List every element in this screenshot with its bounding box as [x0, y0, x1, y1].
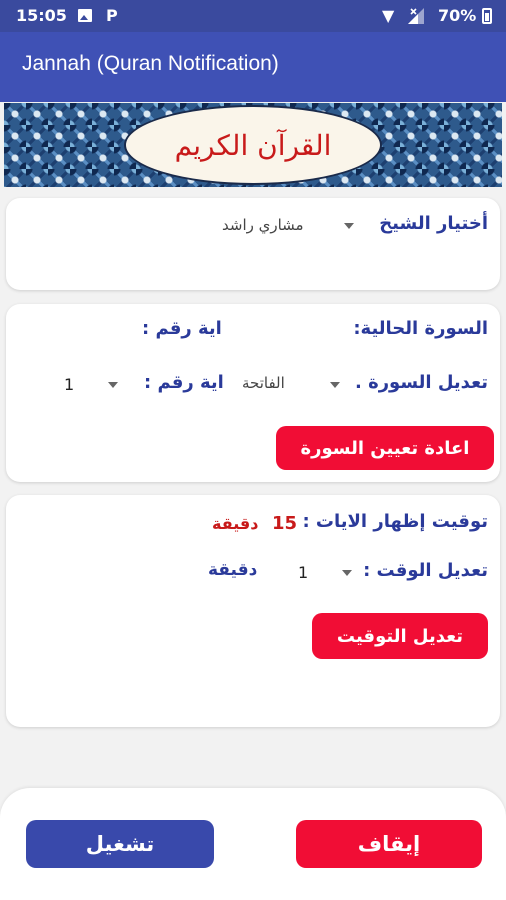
app-title: Jannah (Quran Notification): [22, 52, 279, 75]
status-time: 15:05: [16, 6, 67, 25]
status-bar: 15:05 P ▼ 70%: [0, 0, 506, 32]
surah-card: السورة الحالية: اية رقم : تعديل السورة .…: [6, 304, 500, 482]
p-icon: P: [106, 6, 118, 25]
timing-dropdown-caret-icon[interactable]: [342, 570, 352, 576]
signal-icon: [408, 8, 424, 24]
reciter-dropdown-caret-icon[interactable]: [344, 223, 354, 229]
battery-icon: [482, 8, 492, 24]
stop-button[interactable]: إيقاف: [296, 820, 482, 868]
ayah-selected[interactable]: 1: [64, 375, 74, 394]
current-ayah-label: اية رقم :: [142, 318, 222, 339]
controls-panel: تشغيل إيقاف: [0, 788, 506, 900]
edit-timing-label: تعديل الوقت :: [363, 560, 488, 581]
timing-value: 15: [272, 513, 298, 534]
photo-icon: [78, 9, 92, 22]
timing-label: توقيت إظهار الايات :: [302, 511, 488, 532]
edit-timing-button[interactable]: تعديل التوقيت: [312, 613, 488, 659]
banner-title: القرآن الكريم: [174, 129, 332, 162]
timing-selected[interactable]: 1: [298, 563, 308, 582]
timing-card: توقيت إظهار الايات : 15 دقيقة تعديل الوق…: [6, 495, 500, 727]
banner-ellipse: القرآن الكريم: [124, 105, 382, 185]
current-surah-label: السورة الحالية:: [353, 318, 488, 339]
edit-timing-unit: دقيقة: [208, 560, 258, 580]
start-button[interactable]: تشغيل: [26, 820, 214, 868]
reciter-label: أختيار الشيخ: [379, 213, 488, 234]
reciter-card: أختيار الشيخ مشاري راشد: [6, 198, 500, 290]
banner-image: القرآن الكريم: [4, 103, 502, 187]
surah-dropdown-caret-icon[interactable]: [330, 382, 340, 388]
edit-ayah-label: اية رقم :: [144, 372, 224, 393]
battery-percent: 70%: [438, 6, 477, 25]
reset-surah-button[interactable]: اعادة تعيين السورة: [276, 426, 494, 470]
reciter-selected[interactable]: مشاري راشد: [222, 216, 304, 234]
surah-selected[interactable]: الفاتحة: [242, 374, 285, 392]
wifi-icon: ▼: [382, 6, 395, 25]
edit-surah-label: تعديل السورة .: [354, 372, 488, 393]
app-bar: Jannah (Quran Notification): [0, 32, 506, 102]
ayah-dropdown-caret-icon[interactable]: [108, 382, 118, 388]
timing-unit: دقيقة: [212, 514, 259, 533]
